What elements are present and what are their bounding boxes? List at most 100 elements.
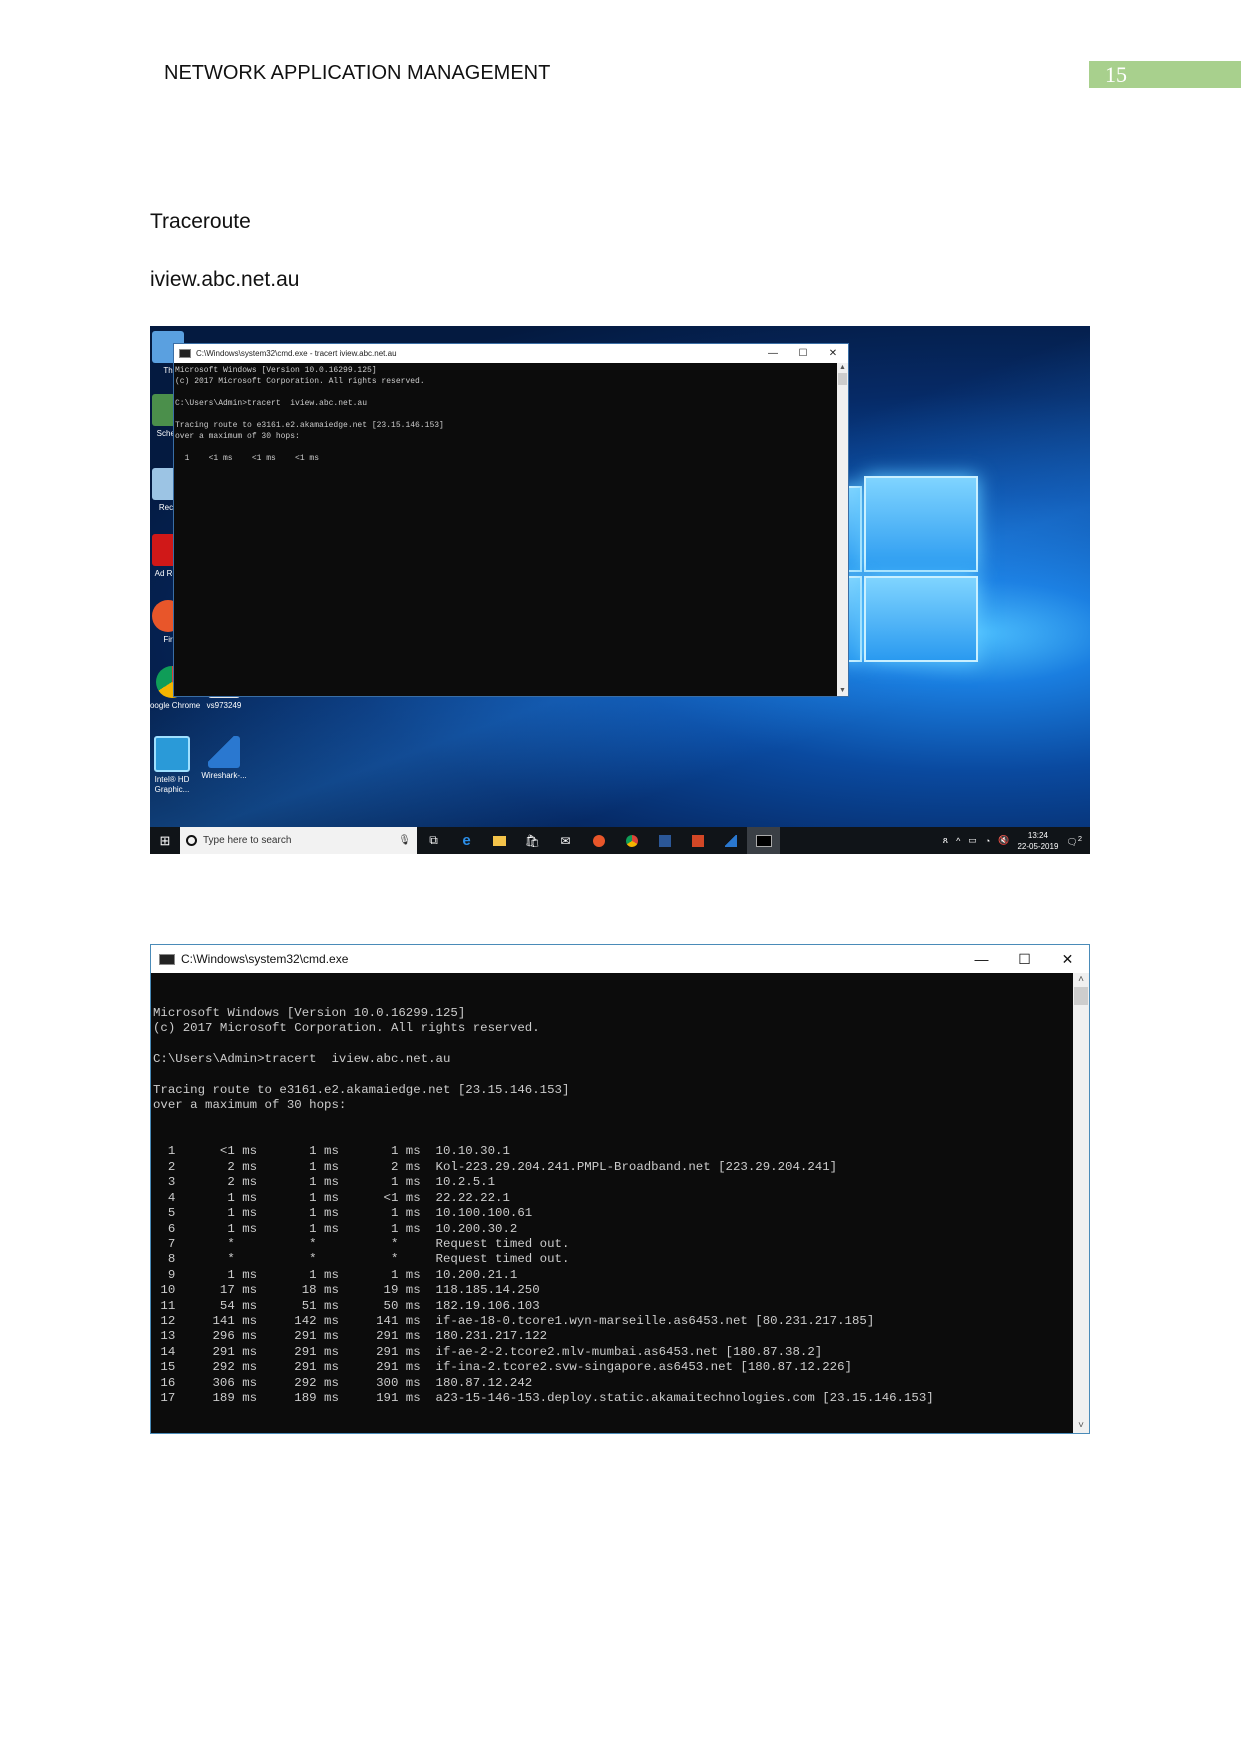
cmd-window-title: C:\Windows\system32\cmd.exe xyxy=(181,952,349,966)
hop-row: 14 291 ms 291 ms 291 ms if-ae-2-2.tcore2… xyxy=(153,1344,823,1359)
taskbar-cmd[interactable] xyxy=(747,827,780,854)
store-icon: 🛍 xyxy=(524,833,541,848)
taskbar-firefox[interactable] xyxy=(582,827,615,854)
powerpoint-icon xyxy=(691,834,704,847)
hop-row: 8 * * * Request timed out. xyxy=(153,1252,570,1267)
wifi-icon[interactable]: ◔ xyxy=(985,836,990,846)
search-placeholder: Type here to search xyxy=(203,835,292,846)
minimize-button[interactable]: — xyxy=(960,951,1003,968)
volume-muted-icon[interactable]: 🔇 xyxy=(998,835,1009,846)
hop-row: 12 141 ms 142 ms 141 ms if-ae-18-0.tcore… xyxy=(153,1313,875,1328)
taskbar-chrome[interactable] xyxy=(615,827,648,854)
cmd-icon xyxy=(755,834,772,847)
section-heading: Traceroute xyxy=(150,210,251,233)
scroll-down-icon[interactable]: ˅ xyxy=(1073,1419,1089,1433)
firefox-icon xyxy=(592,834,605,847)
hop-row: 4 1 ms 1 ms <1 ms 22.22.22.1 xyxy=(153,1190,510,1205)
maximize-button[interactable]: ☐ xyxy=(1003,951,1046,968)
hop-row: 13 296 ms 291 ms 291 ms 180.231.217.122 xyxy=(153,1329,548,1344)
system-tray: ጸ ^ ▭ ◔ 🔇 13:24 22-05-2019 🗨2 xyxy=(943,830,1090,852)
taskbar-powerpoint[interactable] xyxy=(681,827,714,854)
console-output: Microsoft Windows [Version 10.0.16299.12… xyxy=(151,973,1073,1433)
console-intro: Microsoft Windows [Version 10.0.16299.12… xyxy=(153,1005,570,1113)
cmd-window-large[interactable]: C:\Windows\system32\cmd.exe — ☐ ✕ Micros… xyxy=(150,944,1090,1434)
chrome-icon xyxy=(625,834,638,847)
cmd-icon xyxy=(179,349,191,358)
microphone-icon[interactable]: 🎙 xyxy=(398,835,411,846)
hop-row: 1 <1 ms 1 ms 1 ms 10.10.30.1 xyxy=(153,1144,510,1159)
target-host-label: iview.abc.net.au xyxy=(150,268,300,291)
desktop-icon-label: Wireshark-... xyxy=(201,771,247,780)
cmd-title-bar[interactable]: C:\Windows\system32\cmd.exe — ☐ ✕ xyxy=(151,945,1089,973)
windows-start-icon: ⊞ xyxy=(159,832,171,848)
cmd-window-title: C:\Windows\system32\cmd.exe - tracert iv… xyxy=(196,349,397,358)
desktop-icon-label: vs973249 xyxy=(206,701,242,710)
vertical-scrollbar[interactable]: ˄ ˅ xyxy=(1073,973,1089,1433)
hop-row: 16 306 ms 292 ms 300 ms 180.87.12.242 xyxy=(153,1375,533,1390)
clock[interactable]: 13:24 22-05-2019 xyxy=(1017,830,1058,852)
chevron-up-icon[interactable]: ^ xyxy=(956,836,960,846)
hop-row: 17 189 ms 189 ms 191 ms a23-15-146-153.d… xyxy=(153,1390,934,1405)
hop-row: 6 1 ms 1 ms 1 ms 10.200.30.2 xyxy=(153,1221,518,1236)
maximize-button[interactable]: ☐ xyxy=(788,348,818,359)
hop-row: 5 1 ms 1 ms 1 ms 10.100.100.61 xyxy=(153,1206,533,1221)
close-button[interactable]: ✕ xyxy=(818,348,848,359)
cmd-window-small[interactable]: C:\Windows\system32\cmd.exe - tracert iv… xyxy=(173,343,849,697)
page-number-badge: 15 xyxy=(1089,61,1241,88)
desktop-icon-wireshark[interactable]: Wireshark-... xyxy=(194,736,254,781)
cortana-icon xyxy=(186,835,197,846)
desktop-icon-label: Google Chrome xyxy=(150,701,201,710)
taskbar-store[interactable]: 🛍 xyxy=(516,827,549,854)
scrollbar-thumb[interactable] xyxy=(838,373,847,385)
cmd-icon xyxy=(159,953,175,965)
scrollbar-thumb[interactable] xyxy=(1074,987,1088,1005)
taskbar-search-box[interactable]: Type here to search 🎙 xyxy=(180,827,417,854)
taskbar-file-explorer[interactable] xyxy=(483,827,516,854)
taskbar-edge[interactable]: e xyxy=(450,827,483,854)
taskbar-wireshark[interactable] xyxy=(714,827,747,854)
scroll-up-icon[interactable]: ˄ xyxy=(1073,973,1089,987)
mail-icon: ✉ xyxy=(560,833,571,848)
notification-count: 2 xyxy=(1077,833,1082,843)
people-icon[interactable]: ጸ xyxy=(943,835,948,846)
cmd-title-bar[interactable]: C:\Windows\system32\cmd.exe - tracert iv… xyxy=(174,344,848,363)
logo-pane xyxy=(864,576,978,662)
document-header-title: NETWORK APPLICATION MANAGEMENT xyxy=(164,62,551,84)
task-view-button[interactable]: ⧉ xyxy=(417,827,450,854)
intel-graphics-icon xyxy=(154,736,190,772)
hop-row: 7 * * * Request timed out. xyxy=(153,1236,570,1251)
taskbar-mail[interactable]: ✉ xyxy=(549,827,582,854)
action-center-icon[interactable]: 🗨2 xyxy=(1066,834,1082,848)
clock-date: 22-05-2019 xyxy=(1017,841,1059,851)
wireshark-icon xyxy=(724,834,737,847)
logo-pane xyxy=(864,476,978,572)
close-button[interactable]: ✕ xyxy=(1046,951,1089,968)
wireshark-icon xyxy=(208,736,240,768)
desktop-screenshot: Th Sched Recy Ad Rea Fir Google Chrome v… xyxy=(150,326,1090,854)
desktop-icon-label: Intel® HD Graphic... xyxy=(154,775,190,794)
hop-row: 9 1 ms 1 ms 1 ms 10.200.21.1 xyxy=(153,1267,518,1282)
desktop-icon-label: Fir xyxy=(163,635,173,644)
task-view-icon: ⧉ xyxy=(429,833,438,847)
edge-icon: e xyxy=(462,832,471,849)
folder-icon xyxy=(493,835,506,846)
hop-row: 3 2 ms 1 ms 1 ms 10.2.5.1 xyxy=(153,1175,496,1190)
hop-table: 1 <1 ms 1 ms 1 ms 10.10.30.1 2 2 ms 1 ms… xyxy=(153,1144,1073,1406)
hop-row: 2 2 ms 1 ms 2 ms Kol-223.29.204.241.PMPL… xyxy=(153,1159,838,1174)
battery-icon[interactable]: ▭ xyxy=(968,835,977,846)
clock-time: 13:24 xyxy=(1027,830,1048,840)
taskbar: ⊞ Type here to search 🎙 ⧉ e 🛍 ✉ ጸ ^ ▭ ◔ … xyxy=(150,827,1090,854)
desktop-icon-label: Th xyxy=(163,366,173,375)
hop-row: 11 54 ms 51 ms 50 ms 182.19.106.103 xyxy=(153,1298,540,1313)
scroll-up-icon[interactable]: ▲ xyxy=(837,363,848,373)
windows-logo-wallpaper xyxy=(840,476,1090,676)
console-output: Microsoft Windows [Version 10.0.16299.12… xyxy=(175,366,444,463)
scroll-down-icon[interactable]: ▼ xyxy=(837,686,848,696)
taskbar-word[interactable] xyxy=(648,827,681,854)
vertical-scrollbar[interactable]: ▲ ▼ xyxy=(837,363,848,696)
minimize-button[interactable]: — xyxy=(758,348,788,359)
hop-row: 10 17 ms 18 ms 19 ms 118.185.14.250 xyxy=(153,1283,540,1298)
word-icon xyxy=(658,834,671,847)
start-button[interactable]: ⊞ xyxy=(150,827,180,854)
hop-row: 15 292 ms 291 ms 291 ms if-ina-2.tcore2.… xyxy=(153,1360,852,1375)
